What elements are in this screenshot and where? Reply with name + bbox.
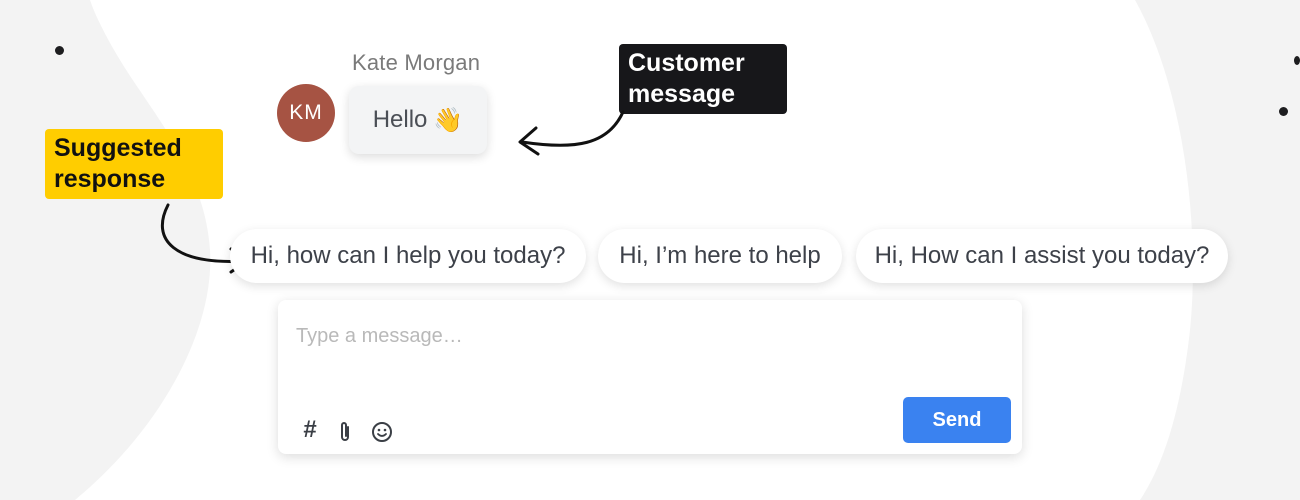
sender-name: Kate Morgan (352, 50, 481, 75)
message-text: Hello (372, 106, 428, 133)
decorative-dot (55, 46, 64, 55)
suggestion-chip[interactable]: Hi, I’m here to help (598, 229, 842, 283)
customer-message-bubble: Hello 👋 (349, 86, 487, 154)
avatar: KM (277, 84, 335, 142)
hashtag-icon[interactable]: # (298, 416, 322, 443)
emoji-icon[interactable] (370, 420, 394, 444)
suggestion-chip[interactable]: Hi, How can I assist you today? (856, 229, 1228, 283)
decorative-dot (1279, 107, 1288, 116)
send-button[interactable]: Send (903, 397, 1011, 443)
decorative-dot (1294, 56, 1300, 65)
suggestion-chip[interactable]: Hi, how can I help you today? (230, 229, 586, 283)
waving-hand-emoji: 👋 (433, 106, 464, 134)
message-input[interactable] (296, 316, 996, 356)
paperclip-icon[interactable] (333, 420, 357, 444)
message-composer: # Send (278, 300, 1022, 454)
customer-message-callout: Customer message (619, 44, 787, 114)
suggested-response-callout: Suggested response (45, 129, 223, 199)
